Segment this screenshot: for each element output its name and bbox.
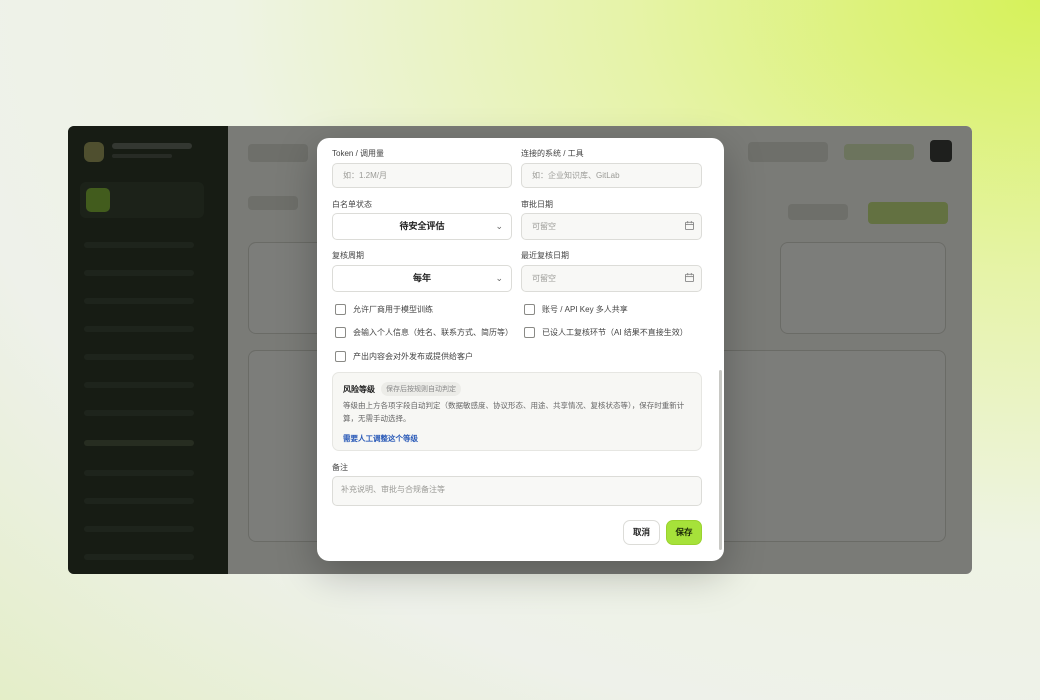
calendar-icon xyxy=(685,221,694,230)
systems-label: 连接的系统 / 工具 xyxy=(521,149,584,158)
review-cycle-value: 每年 xyxy=(412,273,431,283)
scrollbar[interactable] xyxy=(719,370,722,550)
checkbox-human-review[interactable]: 已设人工复核环节（AI 结果不直接生效） xyxy=(524,327,688,338)
approval-date-input[interactable]: 可留空 xyxy=(521,213,702,240)
whitelist-label: 白名单状态 xyxy=(332,200,372,209)
last-review-placeholder: 可留空 xyxy=(532,274,556,283)
checkbox[interactable] xyxy=(524,304,535,315)
token-label: Token / 调用量 xyxy=(332,149,385,158)
risk-level-panel: 风险等级 保存后按规则自动判定 等级由上方各项字段自动判定（数据敏感度、协议形态… xyxy=(332,372,702,451)
last-review-label: 最近复核日期 xyxy=(521,251,569,260)
checkbox[interactable] xyxy=(335,304,346,315)
risk-level-tag: 保存后按规则自动判定 xyxy=(381,382,461,396)
checkbox[interactable] xyxy=(335,327,346,338)
whitelist-value: 待安全评估 xyxy=(399,221,445,231)
checkbox-personal-info[interactable]: 会输入个人信息（姓名、联系方式、简历等） xyxy=(335,327,513,338)
token-input[interactable]: 如：1.2M/月 xyxy=(332,163,512,188)
review-cycle-select[interactable]: 每年 ⌄ xyxy=(332,265,512,292)
last-review-input[interactable]: 可留空 xyxy=(521,265,702,292)
chevron-down-icon: ⌄ xyxy=(495,221,503,231)
checkbox[interactable] xyxy=(524,327,535,338)
review-cycle-label: 复核周期 xyxy=(332,251,364,260)
adjust-risk-link[interactable]: 需要人工调整这个等级 xyxy=(343,433,418,444)
risk-level-description: 等级由上方各项字段自动判定（数据敏感度、协议形态、用途、共享情况、复核状态等），… xyxy=(343,401,685,423)
edit-dialog: Token / 调用量 如：1.2M/月 连接的系统 / 工具 如：企业知识库、… xyxy=(317,138,724,561)
cancel-button[interactable]: 取消 xyxy=(623,520,660,545)
checkbox-external-publish[interactable]: 产出内容会对外发布或提供给客户 xyxy=(335,351,473,362)
checkbox-label: 账号 / API Key 多人共享 xyxy=(542,305,628,314)
approval-date-label: 审批日期 xyxy=(521,200,553,209)
notes-textarea[interactable]: 补充说明、审批与合规备注等 xyxy=(332,476,702,506)
checkbox-shared-account[interactable]: 账号 / API Key 多人共享 xyxy=(524,304,628,315)
chevron-down-icon: ⌄ xyxy=(495,273,503,283)
systems-input[interactable]: 如：企业知识库、GitLab xyxy=(521,163,702,188)
risk-level-title: 风险等级 xyxy=(343,385,375,394)
checkbox-label: 产出内容会对外发布或提供给客户 xyxy=(353,352,473,361)
notes-label: 备注 xyxy=(332,463,348,472)
checkbox-label: 会输入个人信息（姓名、联系方式、简历等） xyxy=(353,328,513,337)
checkbox-label: 允许厂商用于模型训练 xyxy=(353,305,433,314)
checkbox[interactable] xyxy=(335,351,346,362)
checkbox-label: 已设人工复核环节（AI 结果不直接生效） xyxy=(542,328,688,337)
approval-date-placeholder: 可留空 xyxy=(532,222,556,231)
checkbox-allow-training[interactable]: 允许厂商用于模型训练 xyxy=(335,304,433,315)
calendar-icon xyxy=(685,273,694,282)
save-button[interactable]: 保存 xyxy=(666,520,702,545)
whitelist-select[interactable]: 待安全评估 ⌄ xyxy=(332,213,512,240)
